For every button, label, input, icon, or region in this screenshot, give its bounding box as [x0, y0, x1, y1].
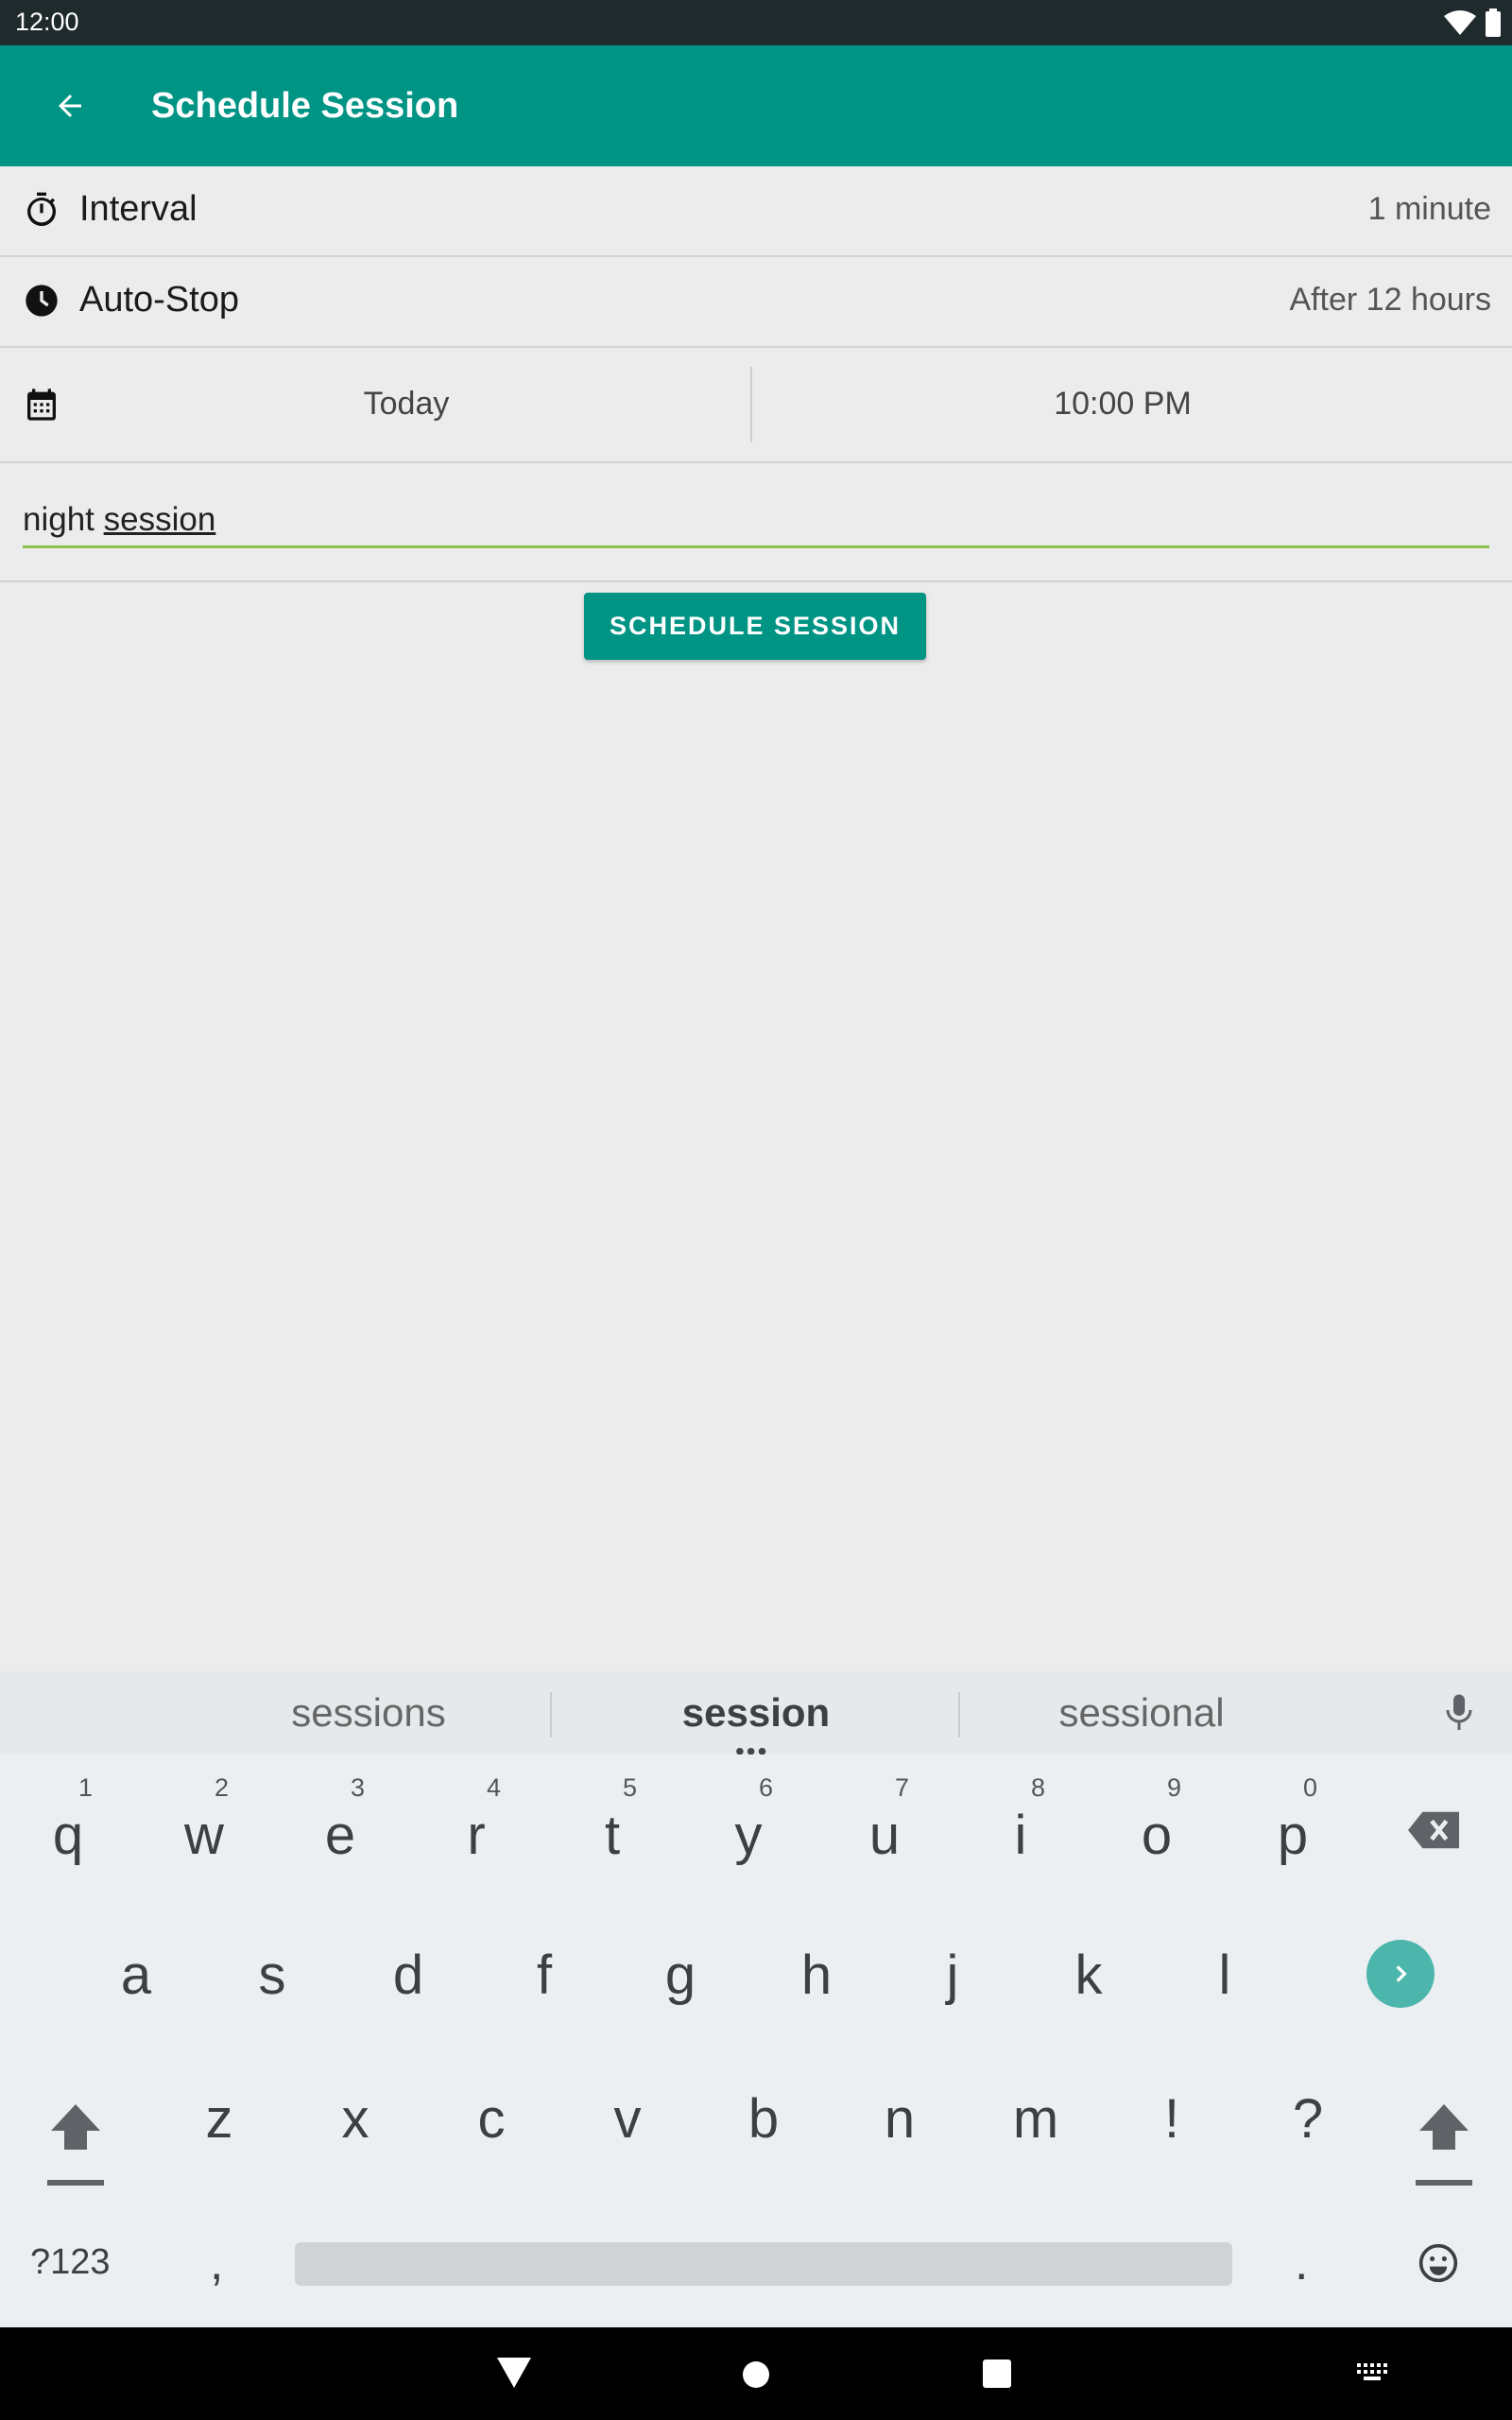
- autostop-row[interactable]: Auto-Stop After 12 hours: [0, 257, 1512, 348]
- key-hint: 4: [486, 1773, 501, 1802]
- key-d[interactable]: d: [340, 1944, 476, 2019]
- key-z[interactable]: z: [151, 2087, 287, 2163]
- clock-icon: [21, 280, 62, 321]
- key-label: r: [467, 1805, 486, 1866]
- key-n[interactable]: n: [832, 2087, 968, 2163]
- interval-label: Interval: [79, 189, 198, 229]
- page-title: Schedule Session: [151, 86, 459, 126]
- input-underline: [23, 545, 1489, 548]
- period-key[interactable]: .: [1295, 2235, 1308, 2291]
- key-k[interactable]: k: [1021, 1944, 1157, 2019]
- key-y[interactable]: 6y: [680, 1754, 816, 1896]
- calendar-icon[interactable]: [21, 384, 62, 425]
- status-time: 12:00: [15, 8, 79, 36]
- key-hint: 0: [1302, 1773, 1317, 1802]
- key-hint: 8: [1030, 1773, 1045, 1802]
- keyboard-switch-icon[interactable]: [1357, 2363, 1391, 2389]
- key-label: w: [184, 1805, 224, 1866]
- key-w[interactable]: 2w: [136, 1754, 272, 1896]
- key-hint: 2: [214, 1773, 229, 1802]
- key-exclamation[interactable]: !: [1104, 2087, 1240, 2163]
- key-label: i: [1014, 1805, 1027, 1866]
- app-bar: Schedule Session: [0, 45, 1512, 166]
- key-v[interactable]: v: [559, 2087, 696, 2163]
- key-question[interactable]: ?: [1240, 2087, 1376, 2163]
- key-q[interactable]: 1q: [0, 1754, 136, 1896]
- key-hint: 7: [894, 1773, 909, 1802]
- key-x[interactable]: x: [287, 2087, 423, 2163]
- key-g[interactable]: g: [612, 1944, 748, 2019]
- key-m[interactable]: m: [968, 2087, 1104, 2163]
- status-bar: 12:00: [0, 0, 1512, 45]
- wifi-icon: [1444, 10, 1476, 35]
- recents-nav-icon[interactable]: [983, 2360, 1011, 2393]
- autostop-label: Auto-Stop: [79, 280, 239, 320]
- time-picker[interactable]: 10:00 PM: [752, 386, 1493, 423]
- schedule-session-button[interactable]: SCHEDULE SESSION: [584, 593, 926, 660]
- key-l[interactable]: l: [1157, 1944, 1293, 2019]
- back-button[interactable]: [47, 83, 93, 129]
- session-name-input[interactable]: night session: [23, 501, 215, 539]
- back-nav-icon[interactable]: [497, 2358, 531, 2393]
- key-h[interactable]: h: [748, 1944, 885, 2019]
- key-p[interactable]: 0p: [1225, 1754, 1361, 1896]
- key-hint: 1: [77, 1773, 93, 1802]
- key-label: o: [1141, 1805, 1173, 1866]
- mic-icon[interactable]: [1442, 1692, 1476, 1738]
- autostop-value: After 12 hours: [1289, 282, 1491, 318]
- stopwatch-icon: [21, 189, 62, 231]
- interval-row[interactable]: Interval 1 minute: [0, 166, 1512, 257]
- key-i[interactable]: 8i: [953, 1754, 1089, 1896]
- key-hint: 3: [350, 1773, 365, 1802]
- next-icon[interactable]: [1366, 1940, 1435, 2008]
- navigation-bar: [0, 2327, 1512, 2420]
- session-name-field[interactable]: night session: [0, 463, 1512, 582]
- key-j[interactable]: j: [885, 1944, 1021, 2019]
- suggestion-right[interactable]: sessional: [943, 1690, 1340, 1736]
- key-hint: 5: [622, 1773, 637, 1802]
- key-u[interactable]: 7u: [816, 1754, 953, 1896]
- key-t[interactable]: 5t: [544, 1754, 680, 1896]
- key-hint: 6: [758, 1773, 773, 1802]
- home-nav-icon[interactable]: [741, 2360, 771, 2394]
- back-arrow-icon: [59, 95, 81, 117]
- key-s[interactable]: s: [204, 1944, 340, 2019]
- key-label: u: [868, 1805, 901, 1866]
- battery-icon: [1486, 9, 1501, 37]
- backspace-icon[interactable]: [1408, 1811, 1459, 1854]
- shift-icon[interactable]: [47, 2100, 104, 2190]
- composing-text: session: [103, 501, 216, 538]
- emoji-icon[interactable]: [1418, 2242, 1459, 2289]
- input-text: night: [23, 501, 104, 538]
- key-r[interactable]: 4r: [408, 1754, 544, 1896]
- key-b[interactable]: b: [696, 2087, 832, 2163]
- suggestion-center[interactable]: session: [558, 1690, 954, 1736]
- key-o[interactable]: 9o: [1089, 1754, 1225, 1896]
- space-bar[interactable]: [295, 2242, 1232, 2286]
- key-label: t: [604, 1805, 621, 1866]
- key-e[interactable]: 3e: [272, 1754, 408, 1896]
- key-label: y: [734, 1805, 763, 1866]
- key-f[interactable]: f: [476, 1944, 612, 2019]
- interval-value: 1 minute: [1367, 191, 1491, 227]
- key-label: p: [1277, 1805, 1309, 1866]
- shift-icon[interactable]: [1416, 2100, 1472, 2190]
- key-label: q: [52, 1805, 84, 1866]
- comma-key[interactable]: ,: [210, 2235, 223, 2291]
- key-hint: 9: [1166, 1773, 1181, 1802]
- symbols-key[interactable]: ?123: [30, 2242, 111, 2283]
- suggestion-strip: sessions session ••• sessional: [0, 1671, 1512, 1765]
- key-c[interactable]: c: [423, 2087, 559, 2163]
- date-picker[interactable]: Today: [62, 386, 750, 423]
- divider: [550, 1692, 552, 1737]
- suggestion-left[interactable]: sessions: [170, 1690, 567, 1736]
- key-a[interactable]: a: [68, 1944, 204, 2019]
- datetime-row: Today 10:00 PM: [0, 348, 1512, 463]
- key-label: e: [324, 1805, 356, 1866]
